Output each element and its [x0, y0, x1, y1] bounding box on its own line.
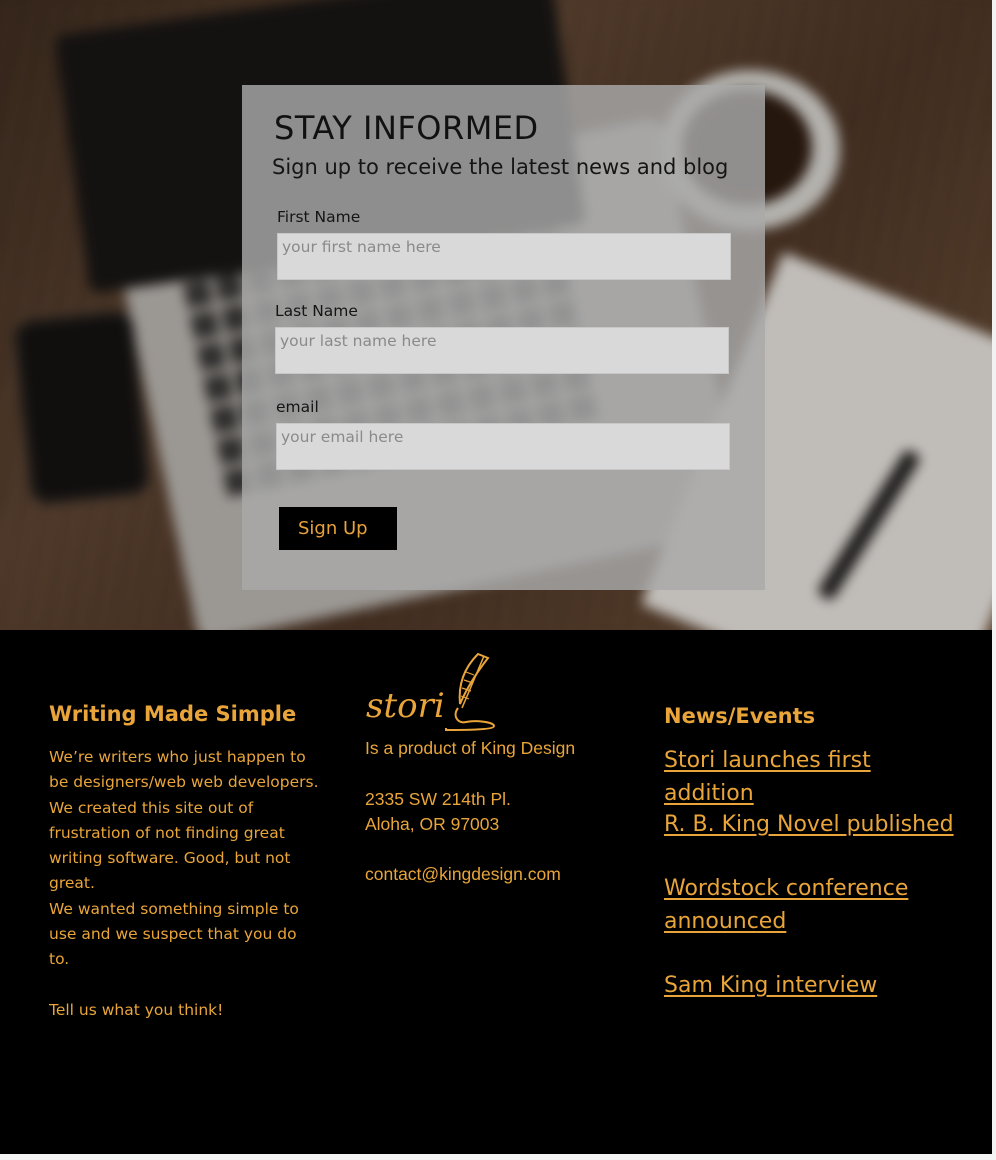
- last-name-input[interactable]: [275, 327, 729, 374]
- email-input[interactable]: [276, 423, 730, 470]
- page-edge: [0, 1154, 996, 1160]
- last-name-label: Last Name: [275, 302, 358, 320]
- contact-email[interactable]: contact@kingdesign.com: [365, 862, 575, 887]
- page-edge: [992, 0, 996, 1160]
- contact-info: Is a product of King Design 2335 SW 214t…: [365, 736, 575, 888]
- address-line-2: Aloha, OR 97003: [365, 813, 500, 834]
- about-title: Writing Made Simple: [49, 702, 297, 726]
- news-link[interactable]: Sam King interview: [664, 969, 964, 1002]
- about-text: We’re writers who just happen to be desi…: [49, 745, 319, 1023]
- first-name-input[interactable]: [277, 233, 731, 280]
- hero-section: STAY INFORMED Sign up to receive the lat…: [0, 0, 992, 630]
- news-link[interactable]: R. B. King Novel published: [664, 808, 964, 841]
- company-tagline: Is a product of King Design: [365, 738, 576, 758]
- about-paragraph: We wanted something simple to use and we…: [49, 899, 299, 969]
- footer: Writing Made Simple We’re writers who ju…: [0, 630, 992, 1154]
- email-label: email: [276, 398, 319, 416]
- stori-logo: stori: [366, 650, 506, 734]
- news-link[interactable]: Stori launches first addition: [664, 744, 964, 810]
- address-line-1: 2335 SW 214th Pl.: [365, 788, 511, 809]
- sign-up-button[interactable]: Sign Up: [279, 507, 397, 550]
- news-title: News/Events: [664, 704, 816, 728]
- about-paragraph: We created this site out of frustration …: [49, 798, 291, 893]
- signup-subtitle: Sign up to receive the latest news and b…: [272, 155, 729, 179]
- first-name-label: First Name: [277, 208, 361, 226]
- signup-form: STAY INFORMED Sign up to receive the lat…: [242, 85, 765, 590]
- about-call-to-action: Tell us what you think!: [49, 1000, 224, 1019]
- about-paragraph: We’re writers who just happen to be desi…: [49, 748, 319, 792]
- news-link[interactable]: Wordstock conference announced: [664, 872, 934, 938]
- signup-title: STAY INFORMED: [274, 109, 539, 147]
- logo-wordmark: stori: [366, 686, 445, 726]
